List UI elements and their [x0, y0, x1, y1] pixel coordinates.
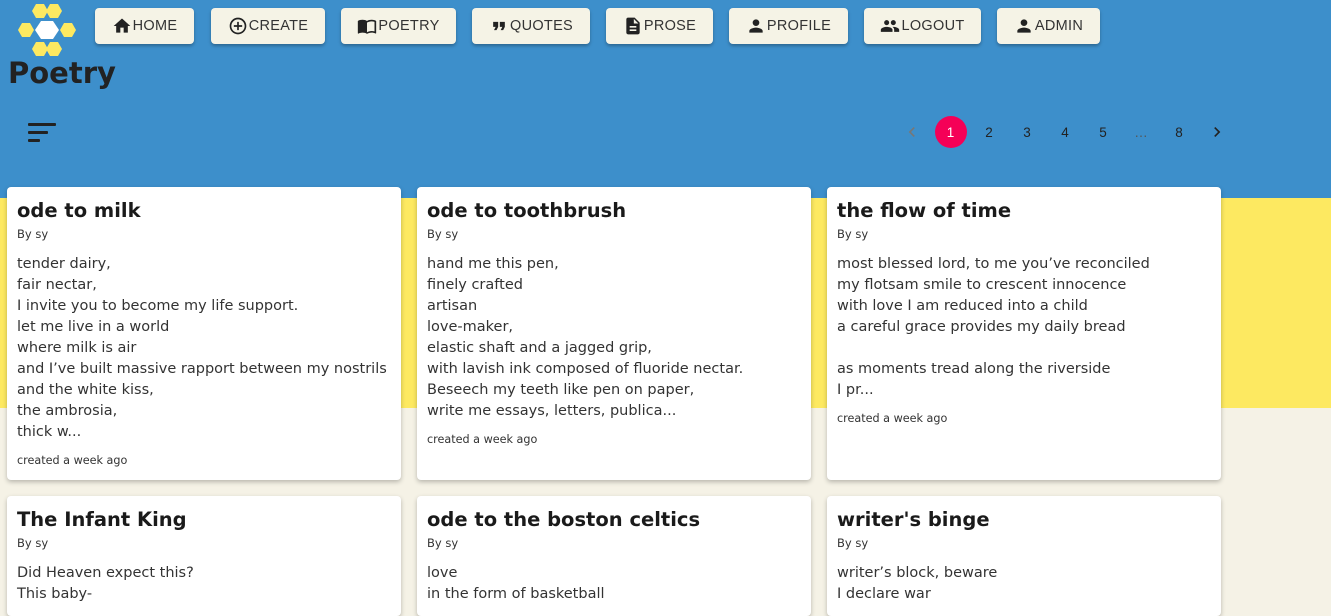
poem-author: By sy	[17, 227, 49, 241]
pagination-page-5[interactable]: 5	[1087, 116, 1119, 148]
poem-created-date: created a week ago	[17, 454, 128, 467]
poem-title[interactable]: The Infant King	[17, 508, 391, 532]
pagination-ellipsis: …	[1134, 124, 1148, 140]
document-icon	[626, 17, 640, 35]
poem-author: By sy	[837, 536, 869, 550]
poem-line: thick w...	[17, 424, 82, 440]
poem-title[interactable]: ode to toothbrush	[427, 199, 801, 223]
home-icon	[113, 18, 130, 33]
poem-line: my flotsam smile to crescent innocence	[837, 277, 1127, 293]
poem-line: where milk is air	[17, 340, 137, 356]
people-icon	[881, 20, 900, 32]
poem-created-date: created a week ago	[837, 412, 948, 425]
poem-line: I pr...	[837, 382, 874, 398]
poem-line: Did Heaven expect this?	[17, 565, 194, 581]
nav-logout-label: LOGOUT	[901, 18, 965, 34]
poem-line: artisan	[427, 298, 478, 314]
poem-line: I declare war	[837, 586, 931, 602]
nav-admin-button[interactable]: ADMIN	[997, 8, 1100, 44]
nav-home-button[interactable]: HOME	[95, 8, 194, 44]
poem-line: most blessed lord, to me you’ve reconcil…	[837, 256, 1150, 272]
poem-line: with lavish ink composed of fluoride nec…	[427, 361, 744, 377]
poem-line: let me live in a world	[17, 319, 170, 335]
pagination-page-8[interactable]: 8	[1163, 116, 1195, 148]
poem-title[interactable]: ode to milk	[17, 199, 391, 223]
poem-line: writer’s block, beware	[837, 565, 998, 581]
poem-title[interactable]: the flow of time	[837, 199, 1211, 223]
poem-author: By sy	[427, 227, 459, 241]
page-title: Poetry	[8, 56, 116, 90]
poem-line: and the white kiss,	[17, 382, 154, 398]
poem-line: This baby-	[17, 586, 93, 602]
poem-line: as moments tread along the riverside	[837, 361, 1111, 377]
quote-icon	[493, 21, 505, 31]
poem-line: and I’ve built massive rapport between m…	[17, 361, 387, 377]
poem-excerpt: tender dairy, fair nectar, I invite you to…	[17, 254, 391, 443]
pagination-page-1[interactable]: 1	[934, 116, 967, 148]
poem-card[interactable]: writer's binge By sy writer’s block, bew…	[827, 496, 1221, 616]
nav-quotes-label: QUOTES	[509, 18, 574, 34]
poem-line: fair nectar,	[17, 277, 97, 293]
nav-prose-button[interactable]: PROSE	[606, 8, 713, 44]
poem-line: tender dairy,	[17, 256, 111, 272]
poem-excerpt: hand me this pen, finely crafted artisan lo…	[427, 254, 801, 422]
poem-title[interactable]: ode to the boston celtics	[427, 508, 801, 532]
nav-logout-button[interactable]: LOGOUT	[864, 8, 981, 44]
poem-line: hand me this pen,	[427, 256, 559, 272]
poem-card[interactable]: The Infant King By sy Did Heaven expect …	[7, 496, 401, 616]
poem-excerpt: most blessed lord, to me you’ve reconcil…	[837, 254, 1211, 401]
add-circle-icon	[229, 17, 247, 35]
nav-home-label: HOME	[132, 18, 178, 34]
poem-author: By sy	[17, 536, 49, 550]
poem-line: in the form of basketball	[427, 586, 605, 602]
poem-line: I invite you to become my life support.	[17, 298, 299, 314]
person-icon	[1017, 19, 1031, 33]
poem-line: elastic shaft and a jagged grip,	[427, 340, 652, 356]
pagination-page-4[interactable]: 4	[1049, 116, 1081, 148]
nav-prose-label: PROSE	[643, 18, 697, 34]
pagination-page-3[interactable]: 3	[1011, 116, 1043, 148]
poem-card[interactable]: ode to the boston celtics By sy love in t…	[417, 496, 811, 616]
honeycomb-logo-icon[interactable]	[16, 2, 78, 60]
chevron-right-icon	[1214, 127, 1221, 137]
poem-line: love-maker,	[427, 319, 514, 335]
nav-profile-label: PROFILE	[766, 18, 832, 34]
nav-poetry-button[interactable]: POETRY	[341, 8, 456, 44]
poem-line: love	[427, 565, 458, 581]
poem-title[interactable]: writer's binge	[837, 508, 1211, 532]
poem-line: finely crafted	[427, 277, 523, 293]
poem-card[interactable]: ode to milk By sy tender dairy, fair nect…	[7, 187, 401, 480]
nav-create-button[interactable]: CREATE	[211, 8, 325, 44]
sort-icon[interactable]	[28, 121, 58, 145]
pagination-prev-button[interactable]	[896, 116, 928, 148]
nav-poetry-label: POETRY	[378, 18, 440, 34]
poem-line: a careful grace provides my daily bread	[837, 319, 1126, 335]
poem-card[interactable]: the flow of time By sy most blessed lord…	[827, 187, 1221, 480]
chevron-left-icon	[908, 127, 915, 137]
nav-admin-label: ADMIN	[1034, 18, 1084, 34]
poem-created-date: created a week ago	[427, 433, 538, 446]
poem-card[interactable]: ode to toothbrush By sy hand me this pen…	[417, 187, 811, 480]
pagination-page-2[interactable]: 2	[973, 116, 1005, 148]
poem-line: Beseech my teeth like pen on paper,	[427, 382, 695, 398]
book-icon	[358, 19, 377, 34]
poem-line: write me essays, letters, publica...	[427, 403, 677, 419]
poem-line: the ambrosia,	[17, 403, 118, 419]
poem-author: By sy	[837, 227, 869, 241]
person-icon	[749, 19, 763, 33]
poem-author: By sy	[427, 536, 459, 550]
nav-create-label: CREATE	[248, 18, 309, 34]
poem-line	[837, 338, 1211, 359]
nav-profile-button[interactable]: PROFILE	[729, 8, 848, 44]
nav-quotes-button[interactable]: QUOTES	[472, 8, 590, 44]
pagination-next-button[interactable]	[1201, 116, 1233, 148]
poem-line: with love I am reduced into a child	[837, 298, 1088, 314]
